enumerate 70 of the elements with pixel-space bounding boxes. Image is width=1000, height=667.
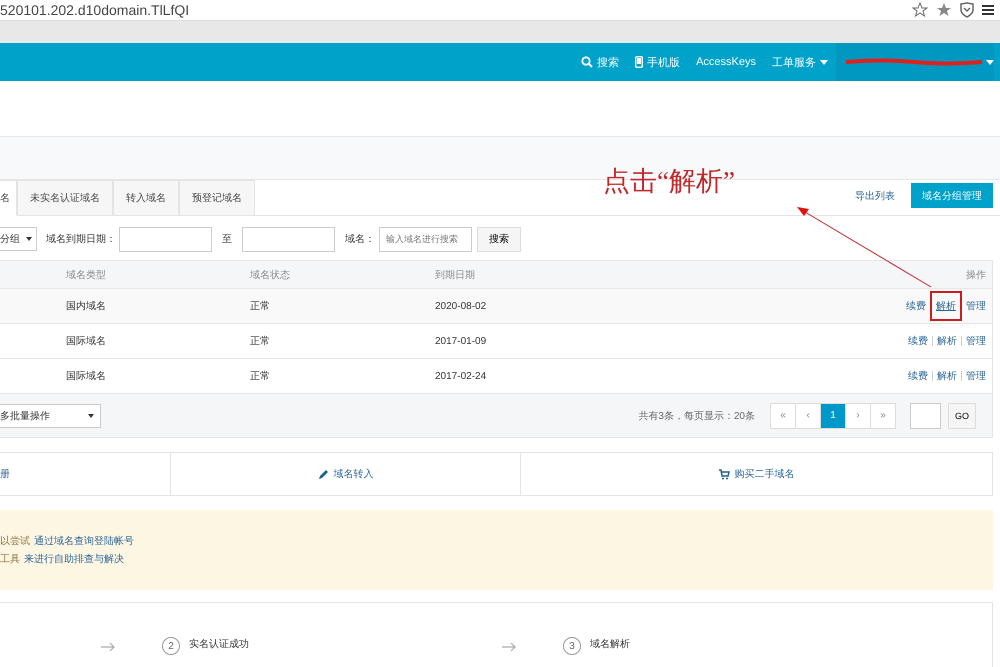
caret-icon — [88, 414, 94, 418]
star-outline-icon[interactable] — [912, 2, 928, 18]
date-to-field[interactable] — [242, 226, 335, 252]
tab[interactable]: 未实名认证域名 — [17, 180, 113, 216]
page-button[interactable]: 1 — [820, 404, 845, 428]
caret-icon — [820, 60, 828, 64]
star-icon[interactable] — [936, 2, 952, 18]
table-cell-text: 2017-02-24 — [435, 370, 488, 382]
notice-link[interactable]: 来进行自助排查与解决 — [24, 552, 124, 566]
notice-text: 工具 — [0, 553, 20, 566]
table-cell-text: 国际域名 — [66, 370, 107, 383]
notice-text: 以尝试 — [0, 534, 30, 548]
quick-action-link[interactable]: 册 — [0, 453, 170, 495]
date-label: 域名到期日期： — [46, 232, 116, 246]
tab[interactable]: 转入域名 — [113, 180, 179, 216]
search-button[interactable]: 搜索 — [477, 226, 521, 252]
step-title: 实名认证成功 — [189, 638, 249, 651]
cart-icon — [718, 468, 730, 480]
table-cell-text: 正常 — [250, 300, 271, 313]
table-cell-text: 正常 — [250, 370, 271, 383]
column-header: 域名状态 — [250, 268, 291, 282]
domain-search-field[interactable]: 输入域名进行搜索 — [379, 226, 472, 252]
date-separator: 至 — [222, 233, 232, 246]
column-header: 操作 — [965, 268, 986, 282]
step-number: 3 — [563, 637, 581, 655]
column-header: 域名类型 — [66, 268, 107, 282]
action-link[interactable]: 管理 — [966, 369, 986, 383]
action-link[interactable]: 管理 — [966, 334, 986, 348]
page-number-field[interactable] — [910, 402, 941, 428]
arrow-icon — [502, 642, 516, 652]
pencil-icon — [318, 468, 328, 480]
annotation-text: 点击“解析” — [603, 165, 735, 198]
table-cell-text: 国内域名 — [66, 300, 107, 313]
notice-link[interactable]: 通过域名查询登陆帐号 — [34, 534, 134, 548]
action-link[interactable]: 解析 — [936, 299, 956, 313]
caret-icon[interactable] — [986, 60, 994, 64]
domain-label: 域名： — [345, 232, 375, 246]
pagination-summary: 共有3条，每页显示：20条 — [638, 410, 755, 422]
action-link[interactable]: 续费 — [908, 369, 928, 383]
action-link[interactable]: 续费 — [908, 334, 928, 348]
phone-icon — [635, 56, 644, 68]
action-link[interactable]: 解析 — [937, 334, 957, 348]
step-title: 域名解析 — [590, 638, 630, 651]
search-icon — [581, 56, 594, 68]
shield-icon[interactable] — [960, 2, 974, 18]
table-cell-text: 2017-01-09 — [435, 336, 488, 346]
tab[interactable]: 名 — [0, 180, 17, 216]
go-button[interactable]: GO — [948, 402, 976, 428]
quick-action-link[interactable]: 购买二手域名 — [520, 453, 992, 495]
tab[interactable]: 预登记域名 — [179, 180, 255, 216]
table-cell-text: 国际域名 — [66, 334, 107, 348]
table-cell-text: 2020-08-02 — [435, 300, 488, 312]
caret-icon — [26, 237, 32, 241]
page-button[interactable]: › — [845, 404, 870, 428]
table-cell-text: 正常 — [250, 334, 271, 348]
action-link[interactable]: 管理 — [966, 299, 986, 313]
action-link[interactable]: 解析 — [937, 369, 957, 383]
page-button[interactable]: » — [870, 404, 895, 428]
group-select[interactable]: 分组 — [0, 227, 37, 251]
page-button[interactable]: « — [771, 404, 795, 428]
column-header: 到期日期 — [435, 268, 476, 282]
step-number: 2 — [162, 637, 180, 655]
export-link[interactable]: 导出列表 — [855, 188, 895, 202]
bulk-action-select[interactable]: 多批量操作 — [0, 404, 101, 428]
arrow-icon — [101, 642, 115, 652]
address-text[interactable]: 520101.202.d10domain.TlLfQI — [0, 2, 190, 18]
menu-icon[interactable] — [982, 4, 994, 16]
date-from-field[interactable] — [119, 226, 212, 252]
action-link[interactable]: 续费 — [906, 299, 926, 313]
quick-action-link[interactable]: 域名转入 — [170, 453, 520, 495]
